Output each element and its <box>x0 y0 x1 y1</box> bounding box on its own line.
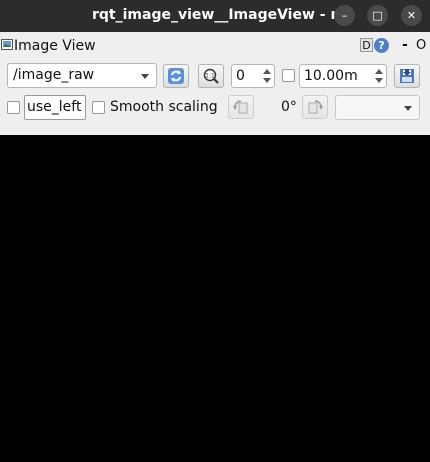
spin-up-icon[interactable] <box>263 69 271 74</box>
dynamic-range-checkbox[interactable] <box>282 69 295 82</box>
window-title: rqt_image_view__ImageView - rqt <box>92 7 355 23</box>
save-icon <box>400 69 414 83</box>
refresh-topics-button[interactable] <box>163 64 189 88</box>
mouse-publish-checkbox[interactable] <box>7 101 20 114</box>
zoom-value: 0 <box>236 68 245 84</box>
image-view-icon <box>1 39 13 50</box>
dock-title-bar[interactable]: Image View D ? - O <box>0 32 430 58</box>
help-icon: ? <box>378 39 385 52</box>
close-button[interactable]: ✕ <box>401 5 422 26</box>
zoom-spinbox[interactable]: 0 <box>231 64 275 88</box>
chevron-down-icon <box>141 74 149 79</box>
topic-value: /image_raw <box>13 67 95 83</box>
spin-down-icon[interactable] <box>263 78 271 83</box>
refresh-icon <box>168 68 184 84</box>
zoom-icon: 1:1 <box>203 68 219 84</box>
save-image-button[interactable] <box>394 64 420 88</box>
max-depth-spinbox[interactable]: 10.00m <box>299 64 387 88</box>
topic-combobox[interactable]: /image_raw <box>7 63 157 88</box>
smooth-scaling-checkbox[interactable] <box>92 101 105 114</box>
dock-config-label: D <box>362 38 371 52</box>
help-button[interactable]: ? <box>374 38 389 53</box>
maximize-icon: □ <box>372 9 383 22</box>
chevron-down-icon <box>404 106 412 111</box>
smooth-scaling-label: Smooth scaling <box>110 99 218 115</box>
rqt-window: rqt_image_view__ImageView - rqt – □ ✕ Im… <box>0 0 430 462</box>
svg-text:1:1: 1:1 <box>205 73 215 80</box>
mouse-topic-value: use_left <box>27 99 82 115</box>
image-view-panel: Image View D ? - O /image_raw 1:1 0 10.0… <box>0 32 430 135</box>
title-bar[interactable]: rqt_image_view__ImageView - rqt – □ ✕ <box>0 0 430 32</box>
rotate-right-button[interactable] <box>302 95 328 119</box>
dock-config-button[interactable]: D <box>360 38 373 52</box>
color-scheme-combobox[interactable] <box>335 95 420 120</box>
max-depth-value: 10.00m <box>304 68 358 84</box>
zoom-button[interactable]: 1:1 <box>198 64 224 88</box>
mouse-topic-input[interactable]: use_left <box>24 95 86 120</box>
rotate-right-icon <box>308 100 323 114</box>
minimize-button[interactable]: – <box>334 5 355 26</box>
dock-title: Image View <box>14 38 96 54</box>
close-icon: ✕ <box>406 9 417 22</box>
dock-close-button[interactable]: O <box>416 38 426 53</box>
rotate-left-button[interactable] <box>228 95 254 119</box>
image-canvas[interactable] <box>0 135 430 462</box>
minimize-icon: – <box>341 9 348 22</box>
dock-minimize-button[interactable]: - <box>402 37 408 53</box>
rotate-left-icon <box>233 100 248 114</box>
spin-up-icon[interactable] <box>375 69 383 74</box>
spin-down-icon[interactable] <box>375 78 383 83</box>
rotation-value: 0° <box>281 99 297 115</box>
maximize-button[interactable]: □ <box>367 5 388 26</box>
